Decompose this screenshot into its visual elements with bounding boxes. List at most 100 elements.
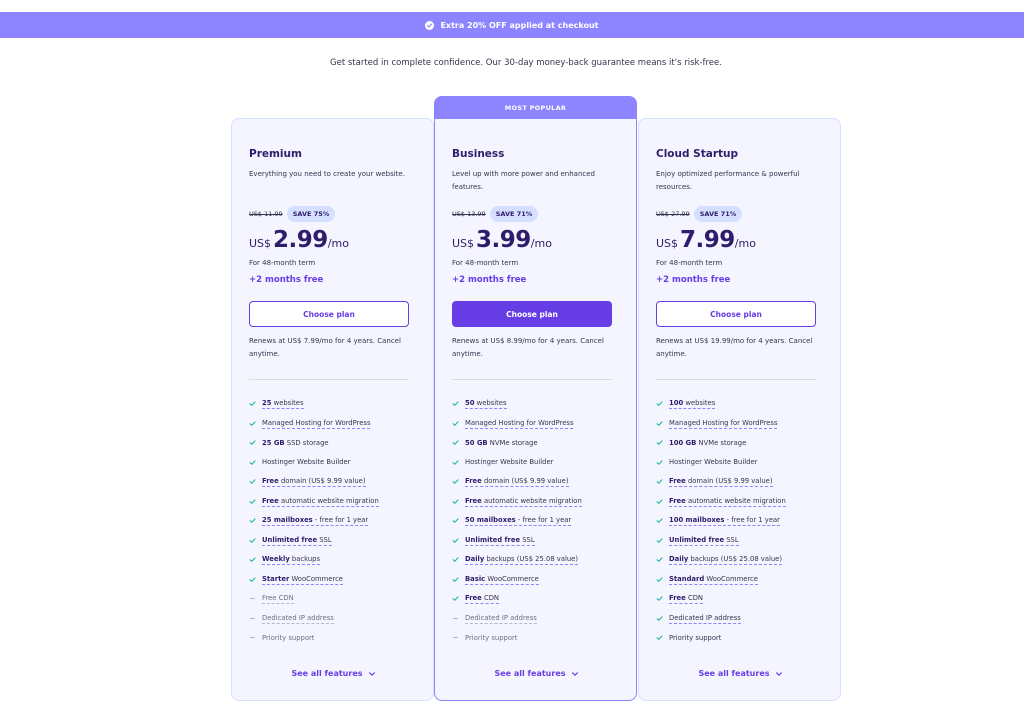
check-icon	[452, 576, 465, 583]
plan-card-cloud-startup: Cloud Startup Enjoy optimized performance…	[638, 118, 841, 701]
feature-text[interactable]: 25 mailboxes - free for 1 year	[262, 515, 369, 527]
feature-highlight: Unlimited free	[669, 535, 725, 544]
feature-text: 100 GB NVMe storage	[669, 438, 746, 448]
price-amount: 2.99	[273, 227, 328, 253]
feature-text: 50 GB NVMe storage	[465, 438, 538, 448]
feature-item: Hostinger Website Builder	[656, 453, 826, 473]
feature-text[interactable]: 50 mailboxes - free for 1 year	[465, 515, 572, 527]
feature-text[interactable]: 100 websites	[669, 398, 716, 410]
feature-text[interactable]: Managed Hosting for WordPress	[465, 418, 574, 429]
feature-text[interactable]: Free automatic website migration	[465, 496, 582, 507]
see-all-features-link[interactable]: See all features	[232, 669, 435, 678]
plan-card-business: MOST POPULAR Business Level up with more …	[434, 96, 637, 701]
feature-text[interactable]: Free CDN	[262, 593, 294, 605]
feature-list: 50 websites Managed Hosting for WordPress…	[452, 394, 622, 648]
feature-item: Dedicated IP address	[656, 609, 826, 629]
renewal-text: Renews at US$ 19.99/mo for 4 years. Canc…	[656, 337, 813, 358]
feature-text[interactable]: Free domain (US$ 9.99 value)	[465, 476, 569, 488]
feature-highlight: Free	[465, 594, 482, 603]
check-icon	[656, 498, 669, 505]
feature-text[interactable]: Basic WooCommerce	[465, 574, 539, 585]
see-all-features-link[interactable]: See all features	[639, 669, 842, 678]
check-circle-icon	[425, 20, 435, 30]
dash-icon	[249, 615, 262, 622]
term-text: For 48-month term	[249, 259, 316, 267]
feature-text[interactable]: Starter WooCommerce	[262, 574, 343, 585]
feature-text[interactable]: Daily backups (US$ 25.08 value)	[669, 554, 783, 566]
dash-icon	[249, 595, 262, 602]
feature-highlight: Daily	[465, 555, 485, 564]
check-icon	[249, 478, 262, 485]
feature-item: 100 GB NVMe storage	[656, 433, 826, 453]
feature-text[interactable]: Dedicated IP address	[669, 613, 741, 624]
choose-plan-button[interactable]: Choose plan	[656, 301, 816, 327]
feature-text: Priority support	[465, 633, 517, 643]
feature-text[interactable]: Unlimited free SSL	[669, 535, 739, 546]
check-icon	[656, 420, 669, 427]
feature-text[interactable]: Weekly backups	[262, 554, 321, 566]
price-currency: US$	[249, 237, 272, 250]
feature-highlight: Free	[669, 594, 686, 603]
see-all-label: See all features	[698, 669, 770, 678]
plan-card-premium: Premium Everything you need to create you…	[231, 118, 434, 701]
feature-label: Hostinger Website Builder	[465, 458, 554, 467]
feature-label: Managed Hosting for WordPress	[262, 418, 371, 427]
feature-item: 100 mailboxes - free for 1 year	[656, 511, 826, 531]
feature-text[interactable]: Free CDN	[465, 593, 500, 605]
feature-text[interactable]: Free CDN	[669, 593, 704, 605]
feature-item: Priority support	[452, 628, 622, 648]
feature-text[interactable]: Dedicated IP address	[262, 613, 334, 624]
feature-label: - free for 1 year	[724, 516, 780, 525]
feature-text[interactable]: Free domain (US$ 9.99 value)	[262, 476, 366, 488]
feature-item: 100 websites	[656, 394, 826, 414]
feature-highlight: Free	[669, 477, 686, 486]
check-icon	[249, 537, 262, 544]
feature-item: Free automatic website migration	[249, 492, 419, 512]
feature-text[interactable]: Free automatic website migration	[262, 496, 379, 507]
check-icon	[452, 498, 465, 505]
check-icon	[656, 595, 669, 602]
feature-text[interactable]: Daily backups (US$ 25.08 value)	[465, 554, 579, 566]
feature-label: backups (US$ 25.08 value)	[484, 555, 579, 564]
check-icon	[656, 459, 669, 466]
feature-item: Free CDN	[452, 589, 622, 609]
feature-text[interactable]: Free domain (US$ 9.99 value)	[669, 476, 773, 488]
feature-list: 25 websites Managed Hosting for WordPress…	[249, 394, 419, 648]
divider	[249, 379, 409, 380]
feature-text[interactable]: 50 websites	[465, 398, 507, 410]
term-text: For 48-month term	[656, 259, 723, 267]
feature-item: Standard WooCommerce	[656, 570, 826, 590]
feature-label: automatic website migration	[685, 496, 786, 505]
check-icon	[656, 576, 669, 583]
feature-text[interactable]: Free automatic website migration	[669, 496, 786, 507]
feature-text[interactable]: Standard WooCommerce	[669, 574, 758, 585]
term-text: For 48-month term	[452, 259, 519, 267]
plan-description: Enjoy optimized performance & powerful r…	[656, 170, 800, 191]
feature-text: Hostinger Website Builder	[262, 457, 350, 467]
feature-item: 50 mailboxes - free for 1 year	[452, 511, 622, 531]
feature-item: Free domain (US$ 9.99 value)	[452, 472, 622, 492]
check-icon	[452, 517, 465, 524]
price: US$ 7.99/mo	[656, 227, 756, 253]
choose-plan-button[interactable]: Choose plan	[452, 301, 612, 327]
feature-text: Hostinger Website Builder	[465, 457, 553, 467]
chevron-down-icon	[363, 670, 376, 678]
feature-text[interactable]: 100 mailboxes - free for 1 year	[669, 515, 780, 527]
see-all-features-link[interactable]: See all features	[435, 669, 638, 678]
check-icon	[452, 478, 465, 485]
check-icon	[249, 459, 262, 466]
feature-label: backups (US$ 25.08 value)	[688, 555, 783, 564]
feature-item: Managed Hosting for WordPress	[249, 414, 419, 434]
save-badge: SAVE 71%	[693, 206, 743, 222]
feature-text[interactable]: Dedicated IP address	[465, 613, 537, 624]
feature-text[interactable]: Unlimited free SSL	[262, 535, 332, 546]
feature-label: WooCommerce	[704, 574, 758, 583]
feature-text[interactable]: 25 websites	[262, 398, 304, 410]
feature-text[interactable]: Managed Hosting for WordPress	[262, 418, 371, 429]
choose-plan-button[interactable]: Choose plan	[249, 301, 409, 327]
feature-highlight: 100	[669, 399, 684, 408]
check-icon	[656, 400, 669, 407]
feature-text: Priority support	[262, 633, 314, 643]
feature-text[interactable]: Unlimited free SSL	[465, 535, 535, 546]
feature-text[interactable]: Managed Hosting for WordPress	[669, 418, 778, 429]
